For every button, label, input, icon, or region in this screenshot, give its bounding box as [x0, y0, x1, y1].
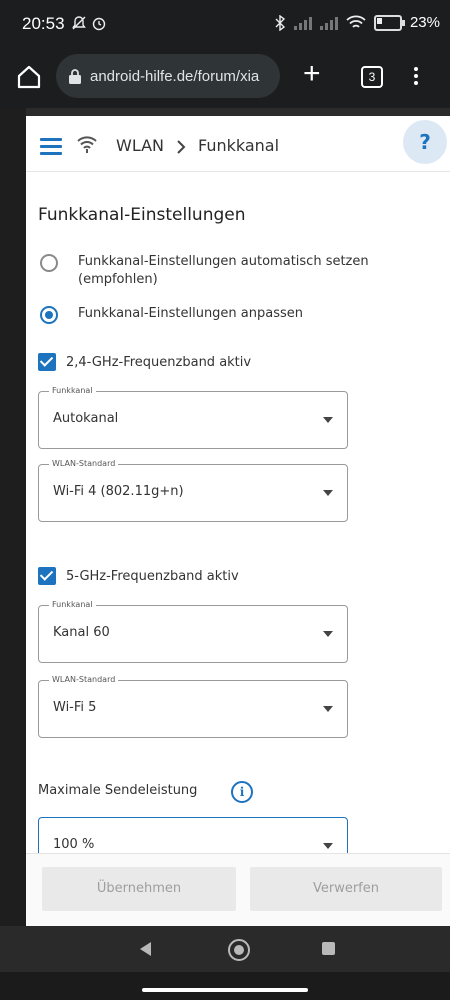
dropdown-caret-icon [323, 843, 333, 849]
back-icon[interactable] [140, 942, 151, 956]
wifi-icon [77, 136, 97, 153]
field-value: Kanal 60 [53, 625, 110, 640]
hamburger-icon[interactable] [40, 138, 62, 159]
help-button[interactable]: ? [403, 120, 447, 164]
field-legend: Funkkanal [49, 386, 96, 395]
dropdown-caret-icon [323, 417, 333, 423]
radio-auto[interactable] [40, 254, 58, 272]
section-title: Funkkanal-Einstellungen [38, 205, 246, 225]
signal-icon-2 [319, 16, 338, 30]
battery-level: 23% [409, 14, 440, 31]
url-text: android-hilfe.de/forum/xia [90, 67, 260, 85]
power-label: Maximale Sendeleistung [38, 783, 198, 798]
status-right-icons: 23% [274, 14, 440, 31]
lock-icon [69, 69, 81, 84]
channel-select-5ghz[interactable]: Funkkanal Kanal 60 [38, 600, 348, 663]
field-legend: Funkkanal [49, 600, 96, 609]
new-tab-button[interactable]: + [303, 59, 321, 89]
field-value: Autokanal [53, 411, 119, 426]
battery-icon [373, 14, 405, 31]
gesture-area [0, 972, 450, 1000]
navigation-bar [0, 926, 450, 972]
standard-select-24ghz[interactable]: WLAN-Standard Wi-Fi 4 (802.11g+n) [38, 459, 348, 522]
alarm-icon [93, 17, 106, 31]
chevron-right-icon [177, 140, 186, 154]
info-icon[interactable]: i [231, 781, 253, 803]
recents-icon[interactable] [322, 942, 335, 955]
more-vert-icon[interactable] [413, 64, 419, 88]
checkbox-5ghz-row[interactable]: 5-GHz-Frequenzband aktiv [38, 567, 239, 585]
status-left-icons [71, 15, 107, 36]
checkbox-5ghz[interactable] [38, 567, 56, 585]
checkbox-24ghz-label: 2,4-GHz-Frequenzband aktiv [66, 354, 252, 370]
field-value: 100 % [53, 837, 95, 852]
field-legend: WLAN-Standard [49, 459, 119, 468]
breadcrumb-funkkanal: Funkkanal [198, 136, 280, 155]
dropdown-caret-icon [323, 706, 333, 712]
radio-custom-label: Funkkanal-Einstellungen anpassen [78, 306, 304, 321]
apply-button[interactable]: Übernehmen [42, 867, 236, 911]
status-time: 20:53 [22, 14, 65, 33]
checkbox-5ghz-label: 5-GHz-Frequenzband aktiv [66, 568, 239, 584]
web-page: WLAN Funkkanal ? Funkkanal-Einstellungen… [26, 108, 450, 926]
radio-auto-row[interactable]: Funkkanal-Einstellungen automatisch setz… [40, 253, 408, 289]
standard-select-5ghz[interactable]: WLAN-Standard Wi-Fi 5 [38, 675, 348, 738]
discard-button[interactable]: Verwerfen [250, 867, 442, 911]
radio-custom-row[interactable]: Funkkanal-Einstellungen anpassen [40, 305, 408, 324]
app-header: WLAN Funkkanal ? [26, 116, 450, 172]
checkbox-24ghz[interactable] [38, 353, 56, 371]
home-icon[interactable] [14, 62, 44, 92]
gesture-pill[interactable] [142, 988, 308, 992]
radio-custom[interactable] [40, 306, 58, 324]
browser-toolbar: android-hilfe.de/forum/xia + 3 [0, 52, 450, 108]
address-bar[interactable]: android-hilfe.de/forum/xia [56, 54, 280, 98]
signal-icon [293, 16, 312, 30]
field-value: Wi-Fi 4 (802.11g+n) [53, 484, 184, 499]
channel-select-24ghz[interactable]: Funkkanal Autokanal [38, 386, 348, 449]
home-nav-icon[interactable] [228, 939, 250, 961]
field-legend: WLAN-Standard [49, 675, 119, 684]
bell-off-icon [72, 16, 86, 30]
checkbox-24ghz-row[interactable]: 2,4-GHz-Frequenzband aktiv [38, 353, 251, 371]
bluetooth-icon [275, 14, 286, 31]
status-bar: 20:53 23% [0, 0, 450, 52]
tabs-count-button[interactable]: 3 [361, 66, 383, 88]
action-bar: Übernehmen Verwerfen [26, 853, 450, 926]
dropdown-caret-icon [323, 631, 333, 637]
wifi-status-icon [346, 15, 366, 28]
dropdown-caret-icon [323, 490, 333, 496]
breadcrumb-wlan[interactable]: WLAN [116, 136, 164, 155]
radio-auto-label: Funkkanal-Einstellungen automatisch setz… [78, 254, 369, 287]
field-value: Wi-Fi 5 [53, 700, 97, 715]
page-top-strip [26, 108, 450, 116]
